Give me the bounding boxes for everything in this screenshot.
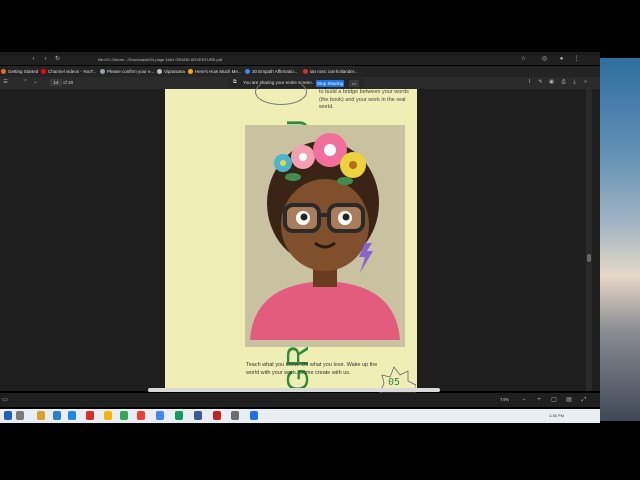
bookmark-item[interactable]: ian ross: ianrhollander... bbox=[303, 66, 358, 77]
zoom-level[interactable]: 74% bbox=[500, 395, 509, 405]
page-number-input[interactable]: 14 bbox=[50, 79, 62, 86]
chrome-icon[interactable] bbox=[104, 411, 112, 420]
page-total: of 28 bbox=[63, 80, 74, 85]
back-icon[interactable]: ‹ bbox=[30, 56, 37, 63]
url-text[interactable]: file:///C:/Users/.../Downloads/04-page 1… bbox=[98, 56, 268, 63]
hide-banner-button[interactable]: ▭ bbox=[349, 79, 359, 87]
app-icon[interactable] bbox=[53, 411, 61, 420]
app-icon[interactable] bbox=[231, 411, 239, 420]
bookmark-item[interactable]: Channel videos - YouT... bbox=[41, 66, 97, 77]
bookmark-item[interactable]: Please confirm your e... bbox=[100, 66, 154, 77]
address-bar[interactable] bbox=[0, 56, 600, 65]
print-icon[interactable]: ⎙ bbox=[560, 79, 567, 86]
page-number: 05 bbox=[388, 377, 401, 388]
woman-portrait-illustration bbox=[245, 125, 405, 347]
app-icon[interactable] bbox=[86, 411, 94, 420]
scroll-thumb[interactable] bbox=[587, 254, 591, 262]
draw-icon[interactable]: ✎ bbox=[537, 79, 544, 86]
page-up-icon[interactable]: ⌃ bbox=[22, 79, 29, 86]
vertical-scrollbar[interactable] bbox=[586, 89, 592, 391]
app-icon[interactable] bbox=[213, 411, 221, 420]
image-icon[interactable]: ▣ bbox=[548, 79, 555, 86]
fit-page-icon[interactable]: ▢ bbox=[550, 395, 558, 405]
extensions-icon[interactable]: ◎ bbox=[541, 56, 548, 63]
footer-text: Teach what you know. Do what you love. W… bbox=[246, 362, 378, 376]
star-icon[interactable]: ☆ bbox=[520, 56, 527, 63]
zoom-in-icon[interactable]: + bbox=[535, 395, 543, 405]
status-bar bbox=[0, 393, 600, 407]
forward-icon[interactable]: › bbox=[42, 56, 49, 63]
bookmark-item[interactable]: 30 Empath Affirmatio... bbox=[245, 66, 297, 77]
bookmark-item[interactable]: Vipassana bbox=[157, 66, 185, 77]
app-icon[interactable] bbox=[68, 411, 76, 420]
app-icon[interactable] bbox=[250, 411, 258, 420]
more-tools-icon[interactable]: » bbox=[582, 79, 589, 86]
save-icon[interactable]: ⤓ bbox=[571, 79, 578, 86]
app-icon[interactable] bbox=[156, 411, 164, 420]
menu-icon[interactable]: ⋮ bbox=[573, 56, 580, 63]
start-icon[interactable] bbox=[4, 411, 12, 420]
app-icon[interactable] bbox=[194, 411, 202, 420]
sidebar-toggle-icon[interactable]: ☰ bbox=[2, 79, 9, 86]
reload-icon[interactable]: ↻ bbox=[54, 56, 61, 63]
illustration-frame bbox=[245, 125, 405, 347]
share-icon: ⧉ bbox=[233, 79, 237, 85]
desktop-wallpaper bbox=[600, 58, 640, 421]
app-icon[interactable] bbox=[120, 411, 128, 420]
page-down-icon[interactable]: ⌄ bbox=[32, 79, 39, 86]
horizontal-scrollbar[interactable] bbox=[148, 388, 440, 392]
app-icon[interactable] bbox=[137, 411, 145, 420]
profile-icon[interactable]: ● bbox=[558, 56, 565, 63]
intro-text: to build a bridge between your words (th… bbox=[319, 89, 409, 110]
zoom-out-icon[interactable]: − bbox=[520, 395, 528, 405]
decorative-arc bbox=[255, 79, 307, 105]
stop-sharing-button[interactable]: Stop Sharing bbox=[316, 79, 344, 87]
clock[interactable]: 1:36 PM bbox=[549, 411, 564, 420]
search-icon[interactable] bbox=[16, 411, 24, 420]
bookmark-item[interactable]: Here's How Much Me... bbox=[188, 66, 242, 77]
file-explorer-icon[interactable] bbox=[37, 411, 45, 420]
text-cursor-icon[interactable]: I bbox=[526, 79, 533, 86]
two-page-icon[interactable]: ▤ bbox=[565, 395, 573, 405]
app-icon[interactable] bbox=[175, 411, 183, 420]
panel-icon[interactable]: ▭ bbox=[1, 395, 9, 405]
fullscreen-icon[interactable]: ⤢ bbox=[580, 395, 588, 405]
bookmark-item[interactable]: Getting Started bbox=[1, 66, 38, 77]
